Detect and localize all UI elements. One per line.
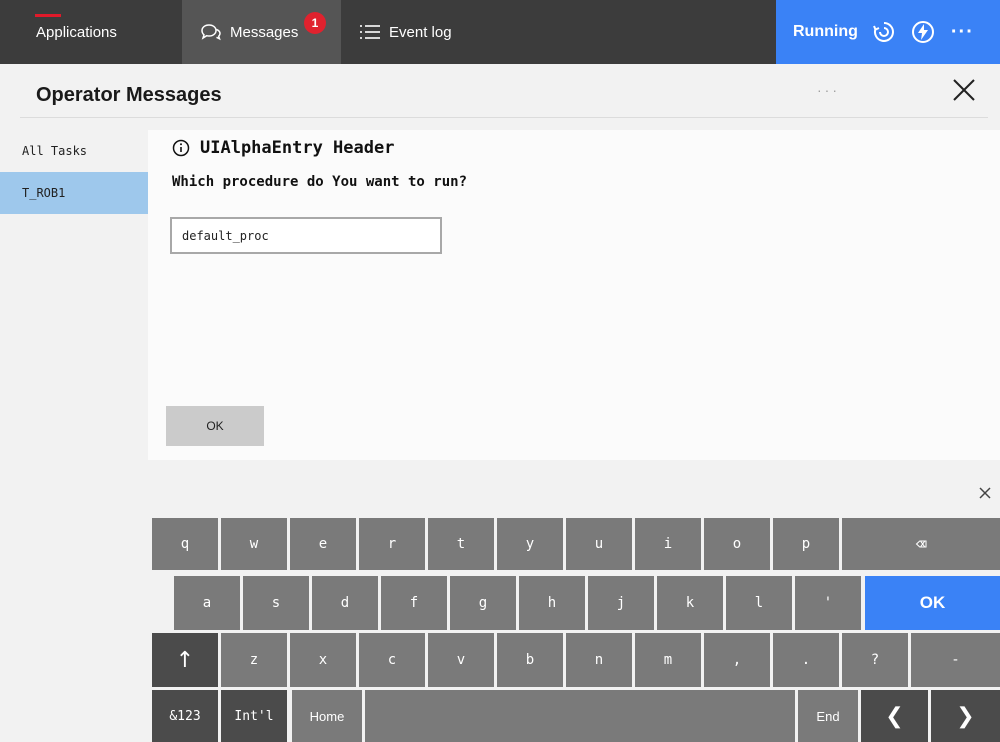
key-j[interactable]: j <box>588 576 654 630</box>
message-question: Which procedure do You want to run? <box>172 174 468 190</box>
key-apostrophe[interactable]: ' <box>795 576 861 630</box>
task-item-t-rob1[interactable]: T_ROB1 <box>0 172 148 214</box>
tab-event-log[interactable]: Event log <box>341 0 541 64</box>
keyboard-close-icon[interactable] <box>975 483 995 503</box>
keyboard-ok-button[interactable]: OK <box>865 576 1000 630</box>
key-c[interactable]: c <box>359 633 425 687</box>
key-d[interactable]: d <box>312 576 378 630</box>
key-minus[interactable]: - <box>911 633 1000 687</box>
tab-messages[interactable]: Messages 1 <box>182 0 341 64</box>
key-question[interactable]: ? <box>842 633 908 687</box>
key-comma[interactable]: , <box>704 633 770 687</box>
key-b[interactable]: b <box>497 633 563 687</box>
key-space[interactable] <box>365 690 795 742</box>
procedure-input-value: default_proc <box>182 228 269 243</box>
close-icon[interactable] <box>950 76 978 104</box>
key-end[interactable]: End <box>798 690 858 742</box>
key-p[interactable]: p <box>773 518 839 570</box>
motion-mode-icon[interactable] <box>872 21 895 43</box>
key-l[interactable]: l <box>726 576 792 630</box>
controller-status[interactable]: Running ··· <box>776 0 1000 64</box>
key-v[interactable]: v <box>428 633 494 687</box>
tab-applications[interactable]: Applications <box>0 0 182 64</box>
key-w[interactable]: w <box>221 518 287 570</box>
key-home[interactable]: Home <box>292 690 362 742</box>
key-q[interactable]: q <box>152 518 218 570</box>
key-a[interactable]: a <box>174 576 240 630</box>
key-period[interactable]: . <box>773 633 839 687</box>
message-ok-button[interactable]: OK <box>166 406 264 446</box>
key-u[interactable]: u <box>566 518 632 570</box>
key-arrow-left[interactable]: ❮ <box>861 690 928 742</box>
key-m[interactable]: m <box>635 633 701 687</box>
key-k[interactable]: k <box>657 576 723 630</box>
top-bar: Applications Messages 1 Event log Runnin… <box>0 0 1000 64</box>
key-e[interactable]: e <box>290 518 356 570</box>
task-list: All Tasks T_ROB1 <box>0 130 148 214</box>
chat-bubbles-icon <box>200 23 222 41</box>
key-arrow-right[interactable]: ❯ <box>931 690 1000 742</box>
power-lightning-icon[interactable] <box>911 20 935 44</box>
key-z[interactable]: z <box>221 633 287 687</box>
message-header: UIAlphaEntry Header <box>172 138 394 158</box>
status-running-label: Running <box>793 23 858 40</box>
info-icon <box>172 139 190 157</box>
key-i[interactable]: i <box>635 518 701 570</box>
more-options-icon[interactable]: ··· <box>951 21 974 44</box>
key-international[interactable]: Int'l <box>221 690 287 742</box>
key-shift[interactable]: ↑ <box>152 633 218 687</box>
active-indicator <box>35 14 61 17</box>
message-header-text: UIAlphaEntry Header <box>200 138 395 158</box>
tab-event-log-label: Event log <box>389 23 452 41</box>
key-n[interactable]: n <box>566 633 632 687</box>
key-r[interactable]: r <box>359 518 425 570</box>
key-x[interactable]: x <box>290 633 356 687</box>
procedure-input[interactable]: default_proc <box>170 217 442 254</box>
key-t[interactable]: t <box>428 518 494 570</box>
key-o[interactable]: o <box>704 518 770 570</box>
messages-count-badge: 1 <box>304 12 326 34</box>
task-item-all-tasks[interactable]: All Tasks <box>0 130 148 172</box>
key-h[interactable]: h <box>519 576 585 630</box>
message-panel: UIAlphaEntry Header Which procedure do Y… <box>148 130 1000 460</box>
key-y[interactable]: y <box>497 518 563 570</box>
header-divider <box>20 117 988 118</box>
key-backspace[interactable]: ⌫ <box>842 518 1000 570</box>
key-symbols[interactable]: &123 <box>152 690 218 742</box>
key-f[interactable]: f <box>381 576 447 630</box>
key-g[interactable]: g <box>450 576 516 630</box>
tab-applications-label: Applications <box>36 23 117 41</box>
key-s[interactable]: s <box>243 576 309 630</box>
page-title: Operator Messages <box>36 84 222 106</box>
tab-messages-label: Messages <box>230 23 299 41</box>
list-icon <box>359 24 381 40</box>
window-options-icon[interactable]: ··· <box>817 82 840 98</box>
